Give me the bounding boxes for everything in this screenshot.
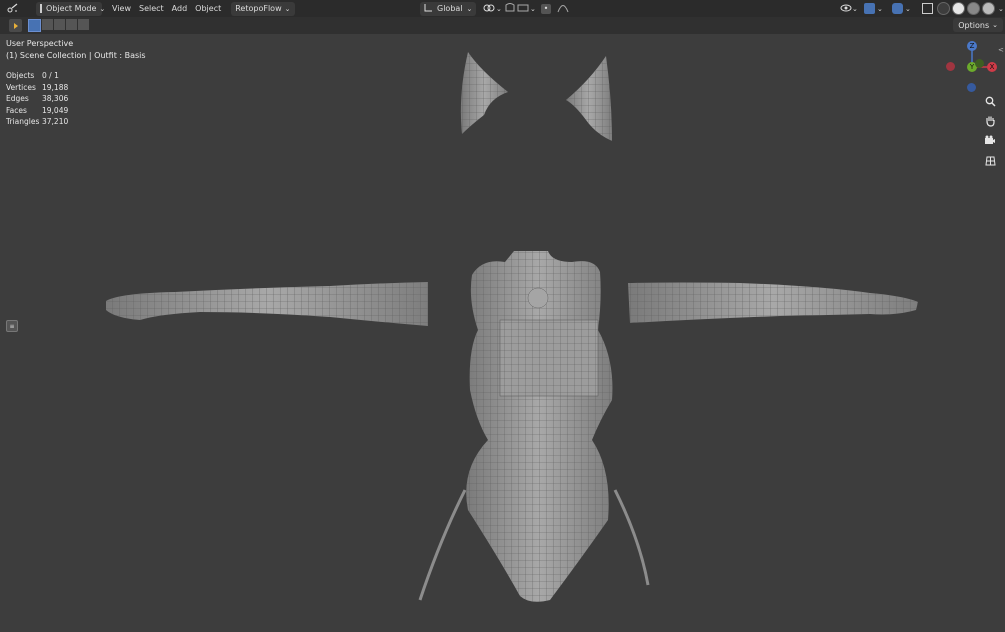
snap-icon (504, 2, 516, 15)
editor-type-button[interactable] (0, 2, 26, 16)
stat-label: Vertices (6, 82, 36, 92)
gizmo-neg-x[interactable] (946, 62, 955, 71)
stat-row: Vertices 19,188 (6, 82, 68, 94)
tool-header (0, 17, 1005, 34)
mode-label: Object Mode (46, 4, 97, 13)
mesh-canvas (106, 52, 918, 602)
chevron-down-icon: ⌄ (877, 4, 883, 13)
snap-target-icon (516, 3, 530, 15)
torso-mesh (418, 251, 650, 602)
gizmo-neg-y[interactable] (975, 59, 984, 68)
chevron-down-icon: ⌄ (992, 21, 998, 29)
chevron-down-icon: ⌄ (905, 4, 911, 13)
retopoflow-label: RetopoFlow (235, 4, 282, 13)
menu-add[interactable]: Add (168, 2, 192, 16)
gizmo-x-axis[interactable]: X (987, 62, 997, 72)
chevron-down-icon[interactable]: ⌄ (998, 5, 1004, 13)
select-extend-icon[interactable] (42, 19, 53, 30)
stat-row: Objects 0 / 1 (6, 70, 68, 82)
select-invert-icon[interactable] (66, 19, 77, 30)
stat-value: 19,049 (42, 105, 69, 115)
camera-icon (984, 135, 996, 147)
solid-shading-icon[interactable] (952, 2, 965, 15)
stat-row: Edges 38,306 (6, 93, 68, 105)
editor-type-icon (7, 3, 19, 15)
proportional-icon: • (541, 3, 551, 14)
3d-viewport[interactable]: User Perspective (1) Scene Collection | … (0, 34, 1005, 632)
pan-button[interactable] (982, 114, 998, 130)
right-ear-mesh (566, 56, 612, 141)
menu-view[interactable]: View (108, 2, 135, 16)
xray-icon (922, 3, 933, 14)
wireframe-shading-icon[interactable] (937, 2, 950, 15)
gizmo-icon (864, 3, 875, 14)
visibility-icon (840, 3, 852, 15)
navigation-gizmo[interactable]: Z X Y (940, 39, 1000, 97)
chevron-down-icon: ⌄ (99, 4, 106, 13)
perspective-toggle-button[interactable] (982, 153, 998, 169)
gizmo-toggle[interactable]: ⌄ (860, 2, 887, 16)
stat-label: Triangles (6, 117, 40, 127)
stat-label: Edges (6, 94, 29, 104)
overlay-toggle[interactable]: ⌄ (888, 2, 915, 16)
chevron-down-icon: ⌄ (466, 4, 473, 13)
right-arm-mesh (628, 282, 918, 323)
tool-select-button[interactable] (9, 19, 22, 32)
stat-label: Objects (6, 71, 35, 80)
stat-row: Faces 19,049 (6, 105, 68, 117)
falloff-icon (557, 3, 569, 15)
mode-dropdown[interactable]: Object Mode ⌄ (36, 1, 106, 16)
left-arm-mesh (106, 282, 428, 326)
select-subtract-icon[interactable] (54, 19, 65, 30)
camera-view-button[interactable] (982, 133, 998, 149)
options-dropdown[interactable]: Options ⌄ (953, 18, 1003, 32)
chevron-down-icon: ⌄ (530, 4, 536, 13)
object-mode-icon (40, 4, 42, 13)
zoom-button[interactable] (982, 94, 998, 110)
select-box-icon (13, 22, 18, 29)
pivot-icon (482, 3, 496, 15)
viewport-header: Object Mode ⌄ View Select Add Object Ret… (0, 0, 1005, 17)
toolbar-icon: ≡ (9, 322, 15, 330)
stat-value: 37,210 (42, 117, 69, 127)
overlay-icon (892, 3, 903, 14)
gizmo-neg-z[interactable] (967, 83, 976, 92)
xray-toggle[interactable] (918, 2, 937, 16)
transform-orientation-icon (424, 3, 433, 14)
menu-object[interactable]: Object (191, 2, 225, 16)
rendered-shading-icon[interactable] (982, 2, 995, 15)
stat-value: 38,306 (42, 94, 69, 104)
grid-view-icon (984, 155, 996, 168)
orientation-dropdown[interactable]: Global ⌄ (420, 1, 476, 16)
options-label: Options (958, 20, 990, 30)
chevron-down-icon: ⌄ (852, 4, 858, 13)
material-shading-icon[interactable] (967, 2, 980, 15)
stats-overlay: Objects 0 / 1 Vertices 19,188 Edges 38,306 … (6, 70, 68, 128)
gizmo-z-axis[interactable]: Z (967, 41, 977, 51)
menu-select[interactable]: Select (135, 2, 168, 16)
proportional-edit-button[interactable]: • (537, 2, 573, 16)
selection-mode-buttons (28, 19, 89, 32)
left-ear-mesh (460, 52, 508, 134)
chevron-down-icon: ⌄ (284, 4, 291, 13)
zoom-icon (985, 96, 996, 109)
select-intersect-icon[interactable] (78, 19, 89, 30)
orientation-label: Global (437, 4, 463, 13)
stat-value: 0 / 1 (42, 71, 59, 80)
stat-label: Faces (6, 105, 27, 115)
snap-button[interactable]: ⌄ (500, 2, 540, 16)
toolbar-toggle-button[interactable]: ≡ (6, 320, 18, 332)
pan-hand-icon (985, 115, 996, 129)
retopoflow-menu[interactable]: RetopoFlow ⌄ (231, 1, 295, 16)
perspective-label: User Perspective (6, 39, 74, 48)
stat-row: Triangles 37,210 (6, 116, 68, 128)
select-new-icon[interactable] (28, 19, 41, 32)
visibility-dropdown[interactable]: ⌄ (836, 2, 862, 16)
stat-value: 19,188 (42, 82, 69, 92)
collection-label: (1) Scene Collection | Outfit : Basis (6, 51, 146, 60)
shading-buttons[interactable]: ⌄ (936, 2, 1004, 16)
